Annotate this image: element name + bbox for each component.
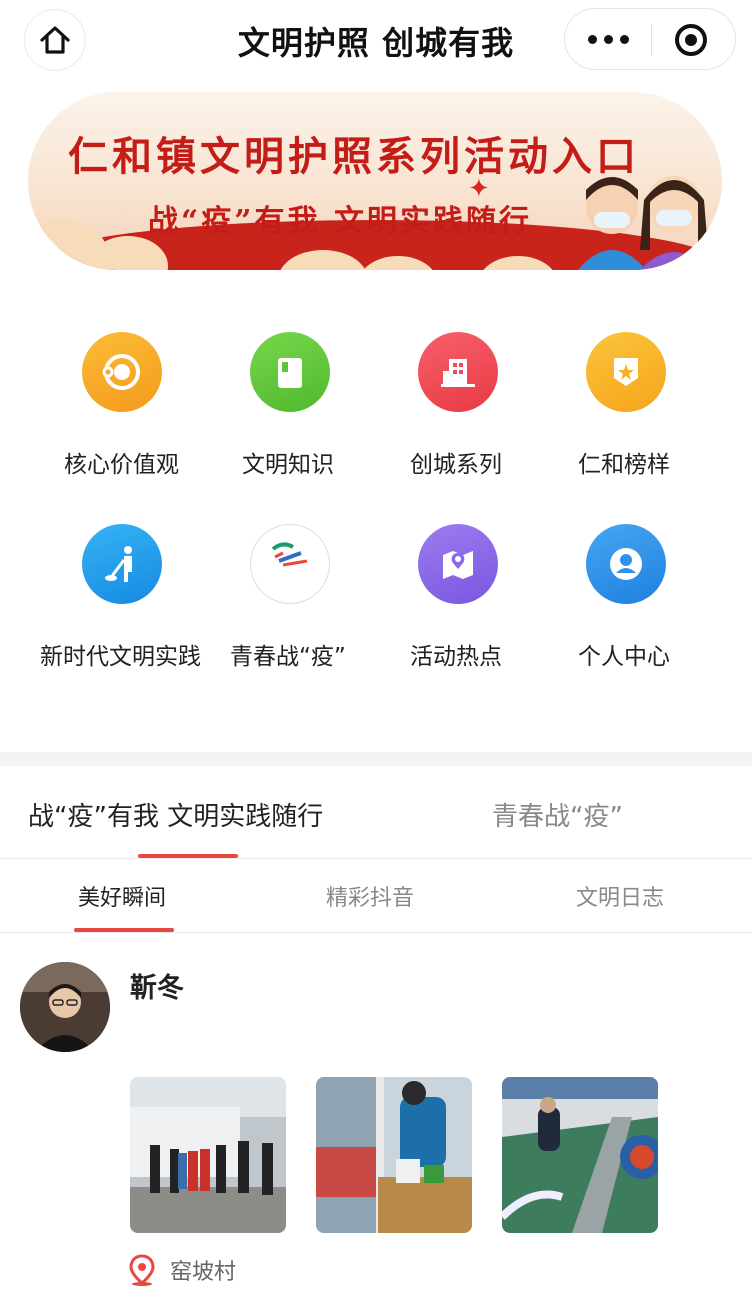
subtab-divider <box>0 932 752 933</box>
post-photo-2[interactable] <box>316 1077 472 1233</box>
close-button[interactable] <box>675 24 707 56</box>
menu-capsule <box>564 8 736 70</box>
grid-item-label: 创城系列 <box>410 452 502 478</box>
banner-headline: 仁和镇文明护照系列活动入口 <box>68 133 640 180</box>
user-icon <box>586 524 666 604</box>
grid-item-new-era-practice[interactable]: 新时代文明实践 <box>28 492 216 682</box>
book-icon <box>250 332 330 412</box>
renhe-youth-logo <box>250 524 330 604</box>
location-text: 窑坡村 <box>170 1260 237 1285</box>
post-photo-1[interactable] <box>130 1077 286 1233</box>
location-pin-icon <box>129 1254 155 1286</box>
grid-item-label: 仁和榜样 <box>578 452 670 478</box>
capsule-divider <box>651 25 652 55</box>
grid-item-civility-knowledge[interactable]: 文明知识 <box>196 300 384 490</box>
grid-item-role-models[interactable]: 仁和榜样 <box>532 300 720 490</box>
grid-item-city-series[interactable]: 创城系列 <box>364 300 552 490</box>
subtab-diary[interactable]: 文明日志 <box>576 880 664 912</box>
grid-item-youth-fight[interactable]: 青春战“疫” <box>196 492 384 682</box>
more-dots-icon <box>587 34 597 44</box>
orbit-icon <box>82 332 162 412</box>
post-username[interactable]: 靳冬 <box>130 966 184 1005</box>
masked-kids-illustration <box>578 176 708 270</box>
tab-youth-fight[interactable]: 青春战“疫” <box>492 796 623 833</box>
map-pin-icon <box>418 524 498 604</box>
grid-item-hot-events[interactable]: 活动热点 <box>364 492 552 682</box>
grid-item-label: 新时代文明实践 <box>40 644 201 670</box>
grid-item-label: 个人中心 <box>578 644 670 670</box>
avatar[interactable] <box>20 962 110 1052</box>
subtab-douyin[interactable]: 精彩抖音 <box>326 880 414 912</box>
tab-fight-epidemic[interactable]: 战“疫”有我 文明实践随行 <box>28 796 323 833</box>
sweeper-icon <box>82 524 162 604</box>
grid-item-label: 文明知识 <box>242 452 334 478</box>
post-location[interactable]: 窑坡村 <box>128 1254 236 1286</box>
badge-star-icon <box>586 332 666 412</box>
navigation-bar: 文明护照 创城有我 <box>0 0 752 80</box>
building-icon <box>418 332 498 412</box>
activity-banner[interactable]: 仁和镇文明护照系列活动入口 战“疫”有我 文明实践随行 ✦ <box>28 92 722 270</box>
subtab-moments[interactable]: 美好瞬间 <box>78 880 166 912</box>
tab-divider <box>0 858 752 859</box>
grid-item-core-values[interactable]: 核心价值观 <box>28 300 216 490</box>
dove-icon: ✦ <box>468 174 490 204</box>
more-button[interactable] <box>565 9 651 69</box>
grid-item-label: 活动热点 <box>410 644 502 670</box>
grid-item-label: 核心价值观 <box>64 452 179 478</box>
post-photo-3[interactable] <box>502 1077 658 1233</box>
grid-item-personal-center[interactable]: 个人中心 <box>532 492 720 682</box>
grid-item-label: 青春战“疫” <box>230 644 346 670</box>
section-divider <box>0 752 752 766</box>
